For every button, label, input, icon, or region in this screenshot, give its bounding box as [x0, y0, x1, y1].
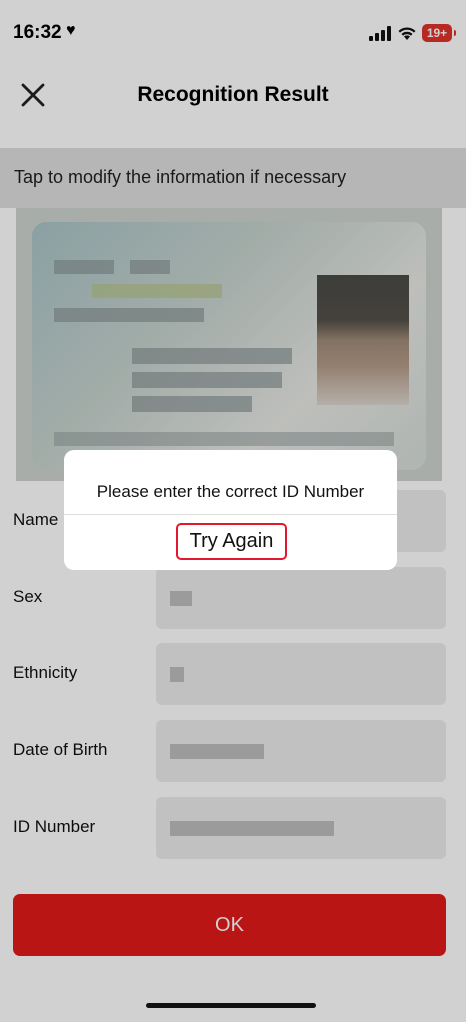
dialog-divider: [64, 514, 397, 515]
dialog-message: Please enter the correct ID Number: [96, 482, 365, 501]
home-indicator: [146, 1003, 316, 1008]
error-dialog: Please enter the correct ID Number Try A…: [64, 450, 397, 570]
recognition-result-screen: 16:32 ♥ 19+ Recognition Result Tap to mo…: [0, 0, 466, 1022]
try-again-button[interactable]: Try Again: [176, 523, 287, 560]
